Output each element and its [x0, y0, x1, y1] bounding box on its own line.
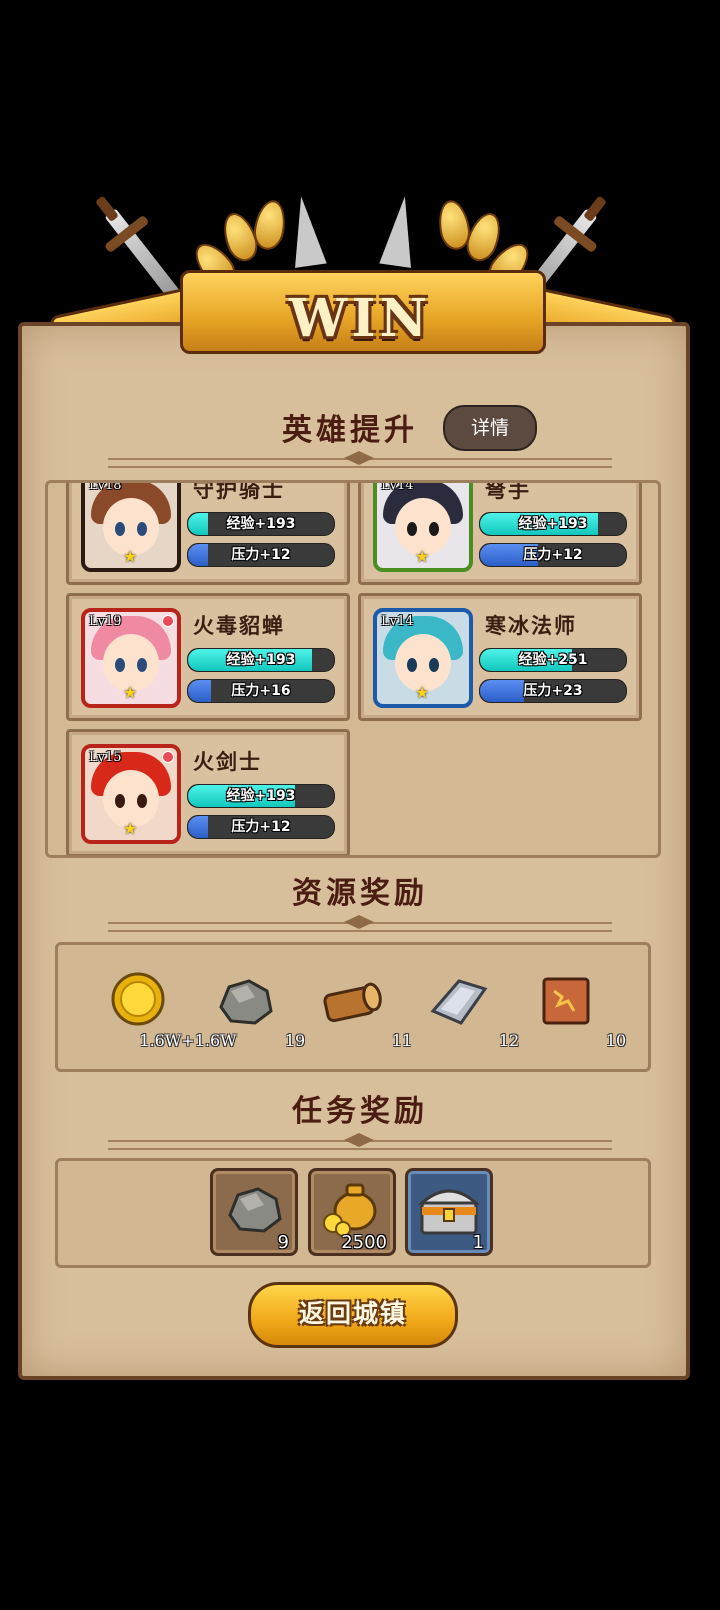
resource-item: 10 — [516, 945, 626, 1069]
pressure-bar: 压力+12 — [187, 815, 335, 839]
resource-rewards: 1.6W+1.6W 19 11 12 10 — [55, 942, 651, 1072]
treasure-chest-icon — [418, 1189, 480, 1235]
hero-level: Lv18 — [89, 480, 122, 493]
pressure-text: 压力+12 — [523, 547, 583, 563]
task-reward-count: 9 — [277, 1232, 289, 1253]
hero-portrait: Lv14 ★ — [373, 480, 473, 572]
exp-bar: 经验+193 — [187, 648, 335, 672]
hero-portrait: Lv15 ★ — [81, 744, 181, 844]
hero-card[interactable]: Lv19 ★ 火毒貂蝉 经验+193 压力+16 — [66, 593, 350, 721]
hero-portrait: Lv18 ★ — [81, 480, 181, 572]
star-icon: ★ — [415, 683, 430, 702]
exp-text: 经验+193 — [226, 516, 296, 532]
title-divider — [108, 922, 612, 932]
win-title: WIN — [288, 288, 432, 349]
hero-card[interactable]: Lv18 ★ 守护骑士 经验+193 压力+12 — [66, 480, 350, 585]
exp-text: 经验+193 — [226, 788, 296, 804]
scroll-card-icon — [542, 977, 590, 1025]
hero-level: Lv14 — [381, 480, 414, 493]
task-reward-count: 2500 — [341, 1232, 387, 1253]
title-divider — [108, 1140, 612, 1150]
hero-list[interactable]: Lv18 ★ 守护骑士 经验+193 压力+12 Lv14 ★ 弩手 经验+19… — [45, 480, 661, 858]
hero-name: 寒冰法师 — [485, 613, 577, 638]
exp-bar: 经验+193 — [187, 512, 335, 536]
pressure-bar: 压力+12 — [187, 543, 335, 567]
hero-card[interactable]: Lv14 ★ 寒冰法师 经验+251 压力+23 — [358, 593, 642, 721]
pressure-text: 压力+23 — [523, 683, 583, 699]
iron-ingot-icon — [430, 979, 488, 1025]
spear-right-icon — [379, 194, 421, 268]
tasks-section-title: 任务奖励 — [292, 1094, 428, 1129]
hero-level: Lv14 — [381, 614, 414, 629]
resource-item: 12 — [409, 945, 519, 1069]
hero-card[interactable]: Lv14 ★ 弩手 经验+193 压力+12 — [358, 480, 642, 585]
pressure-bar: 压力+12 — [479, 543, 627, 567]
star-icon: ★ — [123, 547, 138, 566]
return-town-button[interactable]: 返回城镇 — [248, 1282, 458, 1348]
exp-bar: 经验+251 — [479, 648, 627, 672]
detail-button[interactable]: 详情 — [443, 405, 537, 451]
task-reward-slot[interactable]: 2500 — [308, 1168, 396, 1256]
pressure-text: 压力+12 — [231, 819, 291, 835]
pressure-bar: 压力+16 — [187, 679, 335, 703]
heroes-section-title: 英雄提升 — [282, 413, 418, 448]
star-icon: ★ — [123, 819, 138, 838]
task-reward-count: 1 — [472, 1232, 484, 1253]
hero-portrait: Lv19 ★ — [81, 608, 181, 708]
hero-name: 弩手 — [485, 480, 531, 502]
hero-card[interactable]: Lv15 ★ 火剑士 经验+193 压力+12 — [66, 729, 350, 855]
wood-log-icon — [323, 982, 382, 1023]
gold-bag-icon — [323, 1183, 377, 1237]
stone-icon — [219, 979, 273, 1025]
pressure-text: 压力+16 — [231, 683, 291, 699]
resource-count: 10 — [605, 1031, 627, 1050]
title-divider — [108, 458, 612, 468]
star-icon: ★ — [415, 547, 430, 566]
hero-portrait: Lv14 ★ — [373, 608, 473, 708]
hero-name: 火剑士 — [193, 749, 262, 774]
notification-dot — [162, 751, 174, 763]
exp-text: 经验+193 — [226, 652, 296, 668]
hero-level: Lv19 — [89, 614, 122, 629]
pressure-text: 压力+12 — [231, 547, 291, 563]
resource-item: 19 — [195, 945, 305, 1069]
task-reward-slot[interactable]: 1 — [405, 1168, 493, 1256]
exp-text: 经验+193 — [518, 516, 588, 532]
pressure-bar: 压力+23 — [479, 679, 627, 703]
star-icon: ★ — [123, 683, 138, 702]
resource-item: 11 — [302, 945, 412, 1069]
laurel-leaf-icon — [250, 197, 290, 253]
task-reward-slot[interactable]: 9 — [210, 1168, 298, 1256]
hero-name: 守护骑士 — [193, 480, 285, 502]
exp-bar: 经验+193 — [187, 784, 335, 808]
resource-item: 1.6W+1.6W — [88, 945, 237, 1069]
hero-name: 火毒貂蝉 — [193, 613, 285, 638]
stone-icon — [228, 1187, 282, 1233]
resources-section-title: 资源奖励 — [292, 876, 428, 911]
spear-left-icon — [285, 194, 327, 268]
hero-level: Lv15 — [89, 750, 122, 765]
gold-coin-icon — [111, 972, 165, 1026]
notification-dot — [162, 615, 174, 627]
exp-bar: 经验+193 — [479, 512, 627, 536]
exp-text: 经验+251 — [518, 652, 588, 668]
